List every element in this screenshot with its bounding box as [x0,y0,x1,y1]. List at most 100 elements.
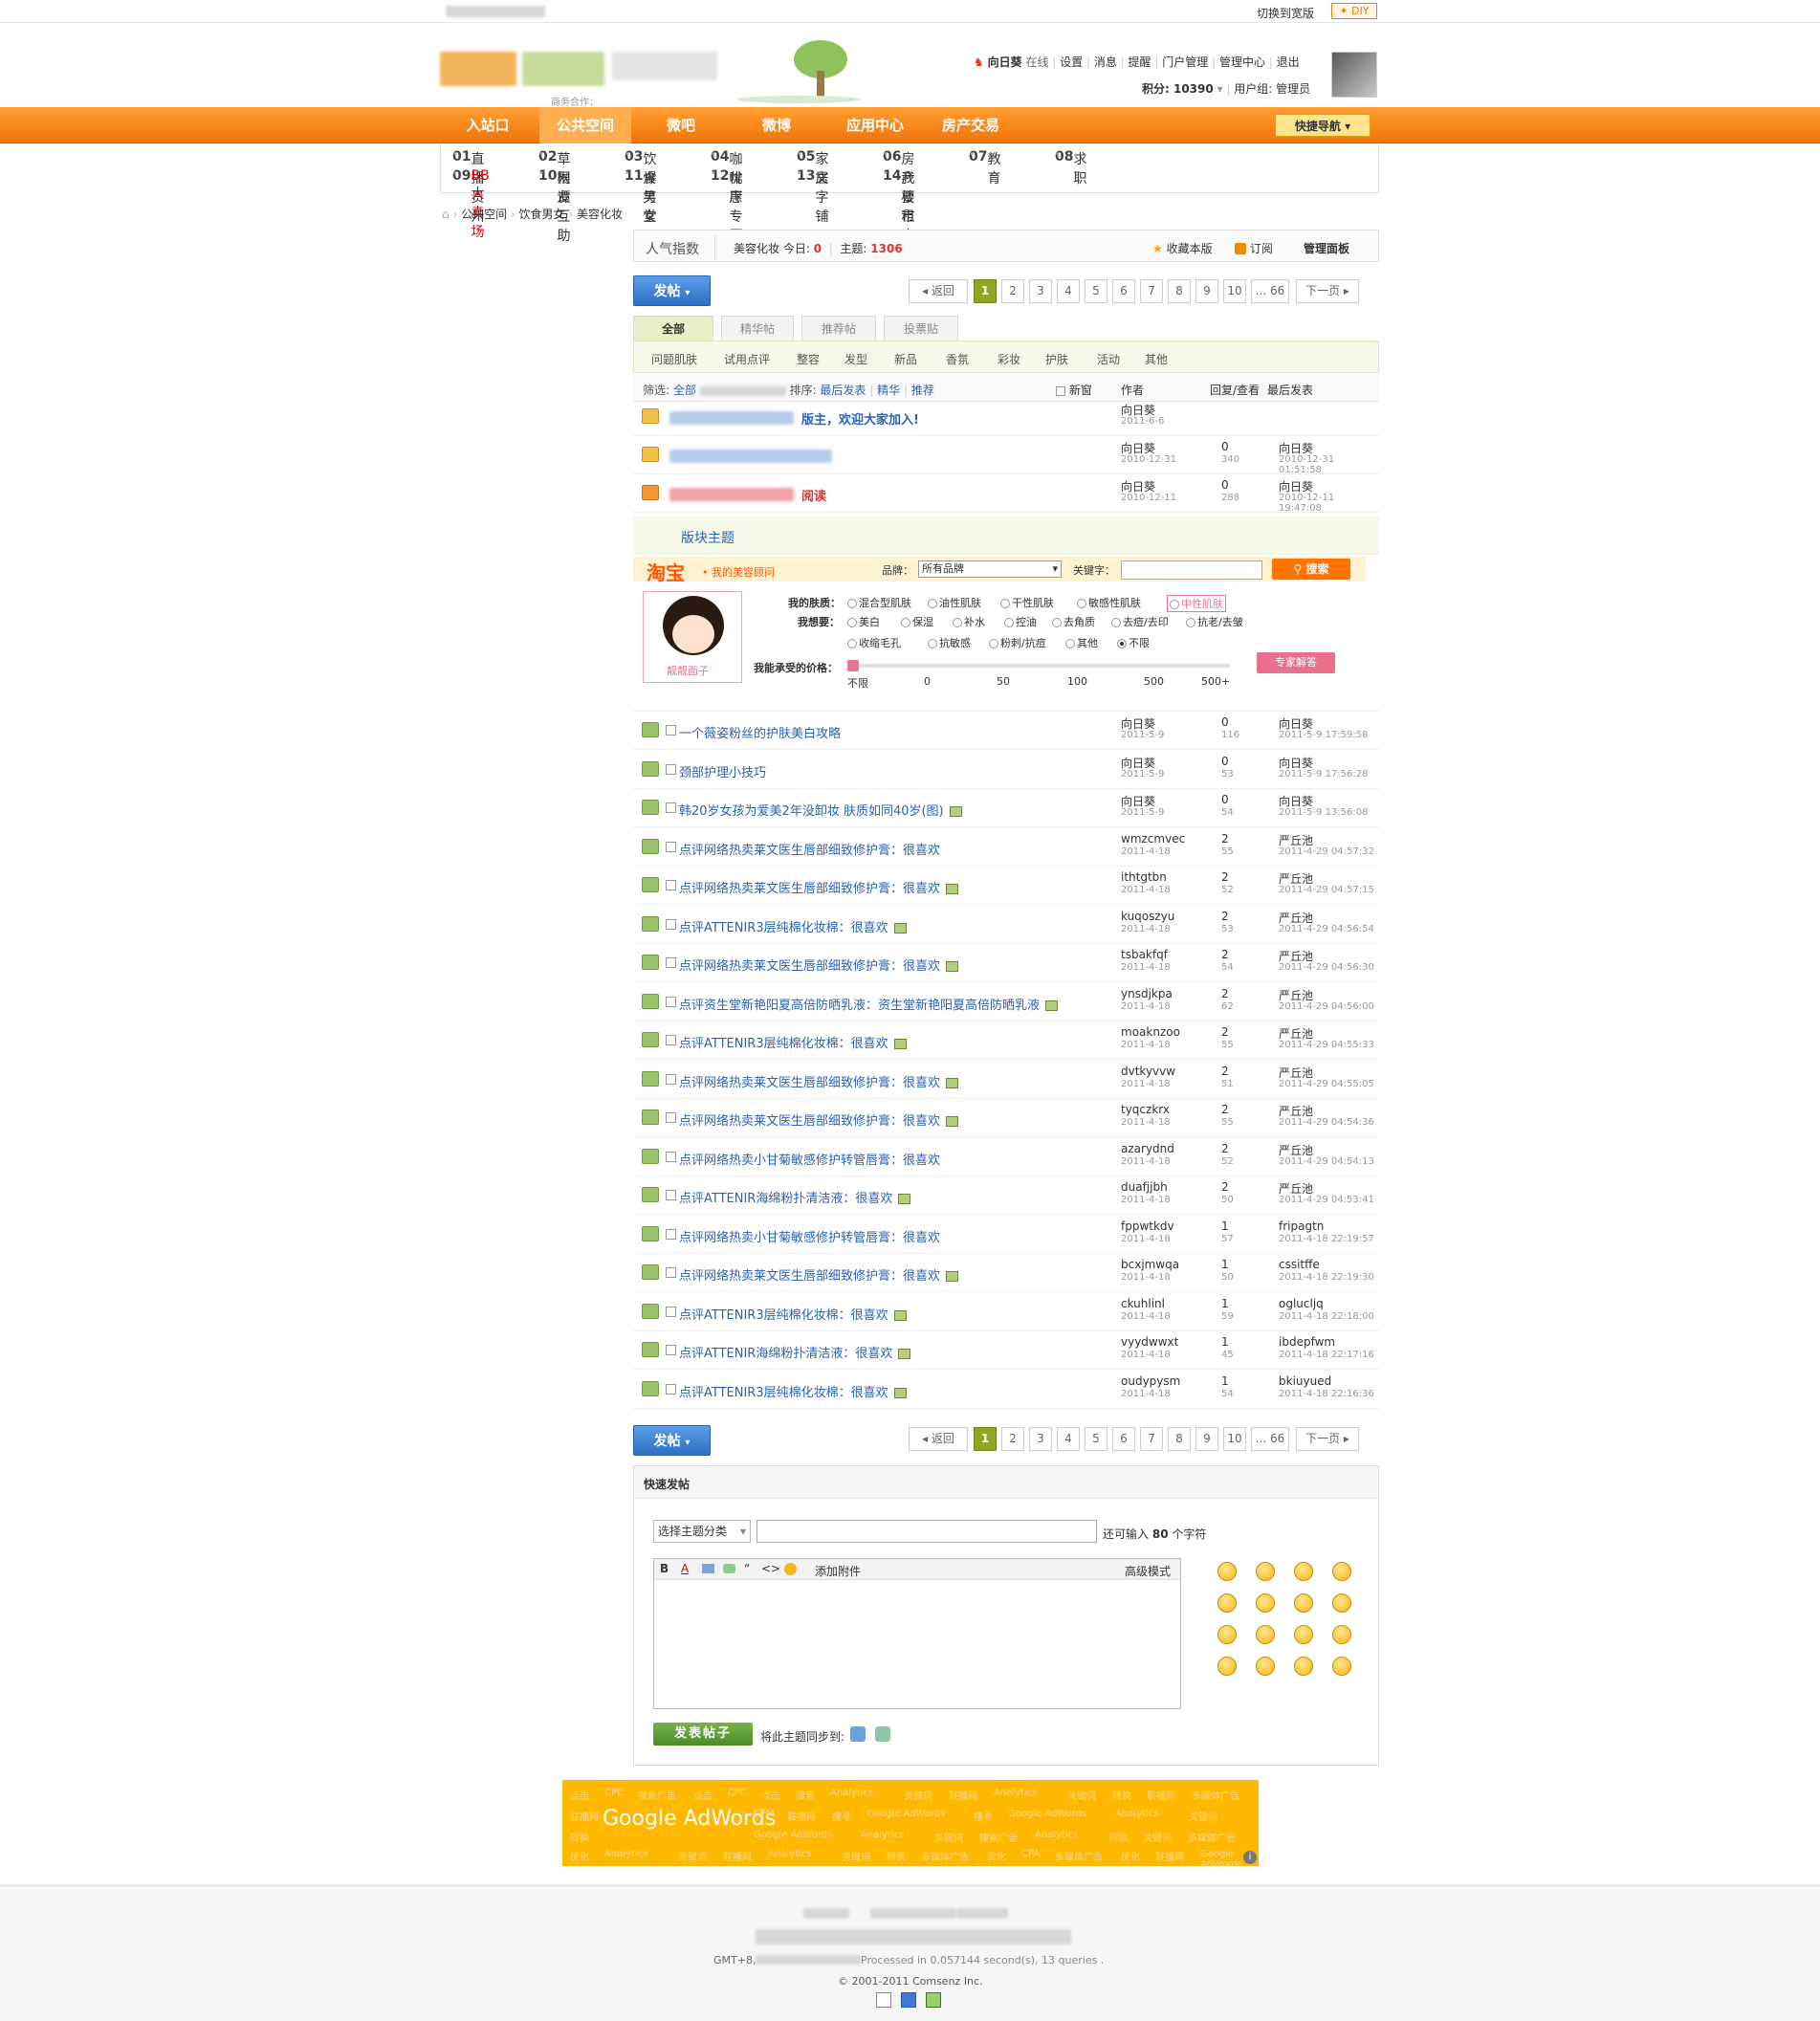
keyword-input[interactable] [1121,560,1262,580]
thread-title[interactable]: 点评网络热卖小甘菊敏感修护转管唇膏：很喜欢 [679,1150,940,1168]
thread-title[interactable]: 点评ATTENIR3层纯棉化妆棉：很喜欢 [679,1382,907,1400]
thread-row[interactable]: 版主，欢迎大家加入! 向日葵 2011-6-6 [633,398,1379,436]
category-link[interactable]: 整容 [797,351,820,367]
post-button-top[interactable]: 发帖 ▾ [633,275,711,306]
avatar[interactable] [1331,52,1377,98]
pager-page[interactable]: 4 [1057,279,1080,303]
thread-row[interactable]: 点评资生堂新艳阳夏高倍防晒乳液：资生堂新艳阳夏高倍防晒乳液 ynsdjkpa 201… [633,983,1379,1021]
thread-checkbox[interactable] [666,802,676,813]
new-window-checkbox[interactable] [1056,385,1065,396]
thread-title[interactable]: 点评网络热卖莱文医生唇部细致修护膏：很喜欢 [679,1265,959,1284]
thread-row[interactable]: 点评网络热卖莱文医生唇部细致修护膏：很喜欢 tsbakfqf 2011-4-18 2 5… [633,944,1379,982]
pager-next[interactable]: 下一页 ▸ [1296,1427,1359,1451]
last-post-date[interactable]: 2011-4-29 04:54:36 [1279,1117,1374,1128]
last-post-date[interactable]: 2011-4-29 04:56:30 [1279,962,1374,973]
subnav-item-01[interactable]: • 01 直播贵州 [452,149,484,225]
want-option[interactable]: 抗敏感 [928,635,971,650]
subnav-item-14[interactable]: • 14 我要租房 [883,168,914,244]
thread-author[interactable]: tsbakfqf [1121,948,1168,961]
thread-author[interactable]: moaknzoo [1121,1025,1180,1039]
quote-icon[interactable]: “ [744,1562,750,1575]
want-option[interactable]: 保湿 [901,614,933,629]
last-post-date[interactable]: 2011-4-18 22:18:00 [1279,1311,1374,1322]
smiley-icon[interactable] [1332,1625,1351,1644]
want-option[interactable]: 控油 [1004,614,1037,629]
smiley-icon[interactable] [1294,1593,1313,1613]
last-post-date[interactable]: 2011-4-29 04:55:33 [1279,1040,1374,1050]
last-post-date[interactable]: 2011-4-18 22:19:57 [1279,1234,1374,1244]
stats-icon-3[interactable] [926,1992,941,2008]
expert-answer-button[interactable]: 专家解答 [1257,652,1335,673]
smiley-icon[interactable] [1256,1657,1275,1676]
thread-author[interactable]: ithtgtbn [1121,870,1167,884]
pager-page[interactable]: 1 [974,279,997,303]
pager-page[interactable]: 2 [1001,1427,1024,1451]
pager-page[interactable]: 4 [1057,1427,1080,1451]
want-option[interactable]: 去角质 [1052,614,1095,629]
pager-page[interactable]: 9 [1195,279,1218,303]
thread-title[interactable]: 点评网络热卖莱文医生唇部细致修护膏：很喜欢 [679,840,940,858]
smiley-icon[interactable] [1217,1562,1237,1581]
diy-button[interactable]: ✦ DIY [1331,3,1377,19]
want-option[interactable]: 粉刺/抗痘 [989,635,1046,650]
site-logo[interactable]: 商务合作： [440,36,746,108]
thread-title[interactable]: 点评资生堂新艳阳夏高倍防晒乳液：资生堂新艳阳夏高倍防晒乳液 [679,995,1059,1013]
thread-author[interactable]: dvtkyvvw [1121,1065,1175,1078]
advanced-mode-link[interactable]: 高级模式 [1125,1563,1171,1579]
category-link[interactable]: 试用点评 [724,351,770,367]
rss-link[interactable]: 订阅 [1235,240,1273,256]
thread-checkbox[interactable] [666,957,676,968]
category-link[interactable]: 护肤 [1045,351,1068,367]
home-icon[interactable]: ⌂ [442,208,450,221]
last-post-date[interactable]: 2011-4-18 22:16:36 [1279,1389,1374,1399]
thread-title[interactable]: 阅读 [801,486,826,504]
nav-item-weibo[interactable]: 微博 [742,107,811,143]
price-slider[interactable] [847,660,1230,671]
messages-link[interactable]: 消息 [1094,55,1117,69]
bold-icon[interactable]: B [660,1562,669,1575]
pager-page[interactable]: 5 [1085,1427,1107,1451]
points-link[interactable]: 积分: 10390 [1142,82,1214,96]
thread-checkbox[interactable] [666,1267,676,1278]
want-option[interactable]: 美白 [847,614,880,629]
thread-title[interactable]: 点评网络热卖莱文医生唇部细致修护膏：很喜欢 [679,1110,959,1129]
category-link[interactable]: 活动 [1097,351,1120,367]
pager-page[interactable]: 2 [1001,279,1024,303]
last-post-date[interactable]: 2011-4-18 22:19:30 [1279,1272,1374,1283]
subnav-item-06[interactable]: • 06 房产楼市 [883,149,914,225]
admin-panel-link[interactable]: 管理面板 [1304,240,1349,256]
pager-page[interactable]: ... 66 [1251,279,1289,303]
skin-option[interactable]: 敏感性肌肤 [1077,595,1141,610]
last-post-date[interactable]: 2011-4-29 04:54:13 [1279,1156,1374,1167]
thread-checkbox[interactable] [666,1151,676,1162]
smiley-icon[interactable] [1332,1562,1351,1581]
last-post-date[interactable]: 2011-4-29 04:55:05 [1279,1079,1374,1089]
last-post-date[interactable]: 2011-5-9 13:56:08 [1279,807,1368,818]
tab-recommend[interactable]: 推荐帖 [801,316,876,340]
favorite-forum-link[interactable]: ★ 收藏本版 [1152,240,1213,256]
smiley-icon[interactable] [1294,1657,1313,1676]
pager-page[interactable]: 7 [1140,279,1163,303]
thread-author[interactable]: fppwtkdv [1121,1219,1174,1233]
thread-row[interactable]: 韩20岁女孩为爱美2年没卸妆 肤质如同40岁(图) 向日葵 2011-5-9 0 54 向… [633,789,1379,827]
breadcrumb-beauty[interactable]: 美容化妆 [577,208,623,221]
subnav-item-08[interactable]: • 08 求职 [1055,149,1086,187]
thread-title[interactable]: 点评网络热卖小甘菊敏感修护转管唇膏：很喜欢 [679,1227,940,1245]
breadcrumb-food[interactable]: 饮食男女 [519,208,565,221]
filter-all[interactable]: 全部 [673,384,696,397]
thread-author[interactable]: tyqczkrx [1121,1103,1170,1116]
pager-page[interactable]: 9 [1195,1427,1218,1451]
thread-title[interactable]: 点评ATTENIR3层纯棉化妆棉：很喜欢 [679,917,907,935]
want-option[interactable]: 收缩毛孔 [847,635,901,650]
thread-row[interactable]: 点评网络热卖莱文医生唇部细致修护膏：很喜欢 bcxjmwqa 2011-4-18 1 5… [633,1254,1379,1292]
last-post-date[interactable]: 2010-12-31 01:51:58 [1279,454,1379,475]
thread-author[interactable]: vyydwwxt [1121,1335,1178,1349]
pager-page[interactable]: 8 [1168,1427,1191,1451]
smiley-icon[interactable] [1332,1657,1351,1676]
thread-checkbox[interactable] [666,1112,676,1123]
thread-row[interactable]: 点评网络热卖小甘菊敏感修护转管唇膏：很喜欢 fppwtkdv 2011-4-18 1 5… [633,1216,1379,1254]
thread-checkbox[interactable] [666,1383,676,1395]
thread-author[interactable]: azarydnd [1121,1142,1174,1155]
pager-page[interactable]: 10 [1223,279,1246,303]
stats-icon-1[interactable] [876,1992,891,2008]
